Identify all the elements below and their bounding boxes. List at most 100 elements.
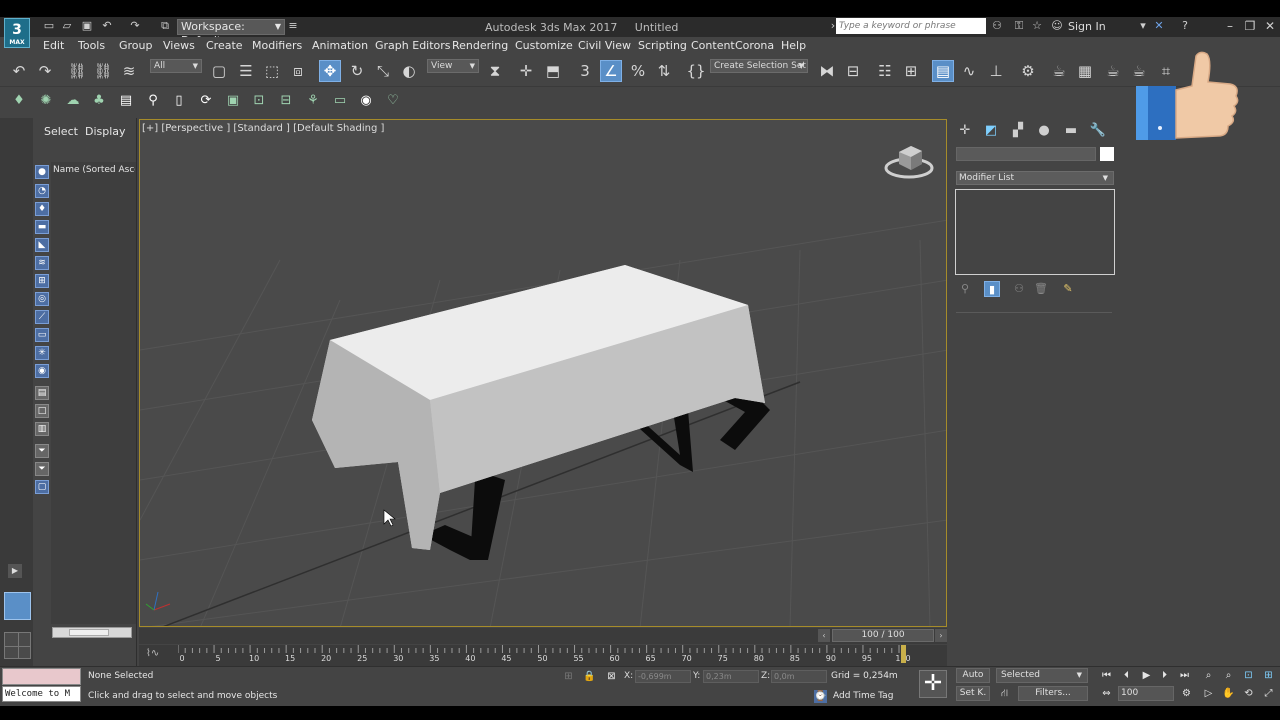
display-frozen-icon[interactable]: ◉ [35,364,49,378]
go-to-end-icon[interactable]: ⏭ [1178,669,1191,682]
create-tab-icon[interactable]: ✛ [954,122,976,140]
open-file-icon[interactable]: ▱ [60,20,74,32]
layer-explorer-icon[interactable]: ⊞ [900,60,922,82]
display-xrefs-icon[interactable]: ◎ [35,292,49,306]
pin-stack-icon[interactable]: ⚲ [957,281,973,297]
save-file-icon[interactable]: ▣ [80,20,94,32]
isolate-selection-icon[interactable]: ⊞ [562,670,575,683]
selection-filter-dropdown[interactable]: All ▼ [150,59,202,73]
go-to-start-icon[interactable]: ⏮ [1100,669,1113,682]
binoculars-icon[interactable]: ⚇ [990,20,1004,32]
customize-qa-icon[interactable]: ≡ [286,20,300,32]
viewport-layout-single[interactable] [4,592,31,620]
display-helpers-icon[interactable]: ◣ [35,238,49,252]
proxy-icon[interactable]: ⚘ [304,92,322,110]
redo-button[interactable]: ↷ [34,60,56,82]
sign-in-link[interactable]: Sign In [1068,20,1106,33]
x-coord-field[interactable]: -0,699m [635,670,691,683]
display-bones-icon[interactable]: ⟋ [35,310,49,324]
display-containers-icon[interactable]: ▭ [35,328,49,342]
expand-layout-tab-icon[interactable]: ▶ [8,564,22,578]
zoom-extents-all-icon[interactable]: ⊞ [1262,669,1275,682]
restore-button[interactable]: ❐ [1240,18,1260,34]
redo-icon[interactable]: ↷ [128,20,142,32]
set-key-button[interactable]: ✛ [919,670,947,698]
select-and-move-icon[interactable]: ✥ [319,60,341,82]
workspace-dropdown[interactable]: Workspace: Default ▼ [177,19,285,47]
previous-frame-icon[interactable]: ⏴ [1120,669,1133,682]
camera-icon[interactable]: ▯ [170,92,188,110]
sky-light-icon[interactable]: ☁ [64,92,82,110]
image-viewer-icon[interactable]: ▭ [331,92,349,110]
sun-positioner-icon[interactable]: ♣ [90,92,108,110]
filter-icon[interactable]: ⏷ [35,462,49,476]
zoom-icon[interactable]: ⌕ [1202,669,1215,682]
current-frame-field[interactable]: 100 [1118,686,1174,701]
menu-graph-editors[interactable]: Graph Editors [375,39,451,52]
y-coord-field[interactable]: 0,23m [703,670,759,683]
scrollbar-thumb[interactable] [69,629,109,636]
light-lister-icon[interactable]: ♡ [384,92,402,110]
search-input[interactable]: Type a keyword or phrase [836,18,986,34]
window-crossing-icon[interactable]: ⧈ [287,60,309,82]
key-mode-toggle-icon[interactable]: ⇔ [1100,687,1113,700]
eye-icon[interactable]: ◉ [357,92,375,110]
help-icon[interactable]: ? [1178,20,1192,32]
edit-named-selection-icon[interactable]: {} [685,60,707,82]
render-frame-icon[interactable]: ▣ [224,92,242,110]
selection-lock-icon[interactable]: 🔒 [583,670,596,683]
make-unique-icon[interactable]: ⚇ [1011,281,1027,297]
time-slider-prev-icon[interactable]: ‹ [818,629,830,642]
angle-snap-icon[interactable]: ∠ [600,60,622,82]
select-and-rotate-icon[interactable]: ↻ [346,60,368,82]
menu-group[interactable]: Group [119,39,153,52]
maximize-viewport-icon[interactable]: ⤢ [1262,687,1275,700]
modifier-list-dropdown[interactable]: Modifier List ▼ [956,171,1114,185]
select-and-scale-icon[interactable]: ⤡ [372,60,394,82]
ribbon-toggle-icon[interactable]: ▤ [932,60,954,82]
rectangular-selection-icon[interactable]: ⬚ [261,60,283,82]
undo-button[interactable]: ↶ [8,60,30,82]
motion-tab-icon[interactable]: ● [1033,122,1055,140]
menu-create[interactable]: Create [206,39,243,52]
minimize-button[interactable]: – [1220,18,1240,34]
object-color-swatch[interactable] [1100,147,1114,161]
exchange-icon[interactable]: ✕ [1152,20,1166,32]
field-of-view-icon[interactable]: ▷ [1202,687,1215,700]
favorites-star-icon[interactable]: ☆ [1030,20,1044,32]
photometric-icon[interactable]: ▤ [117,92,135,110]
orbit-icon[interactable]: ⟲ [1242,687,1255,700]
object-name-field[interactable] [956,147,1096,161]
display-tab-icon[interactable]: ▬ [1060,122,1082,140]
modify-tab-icon[interactable]: ◩ [980,122,1002,140]
menu-animation[interactable]: Animation [312,39,368,52]
z-coord-field[interactable]: 0,0m [771,670,827,683]
time-slider-frame[interactable]: 100 / 100 [832,629,934,642]
display-space-warps-icon[interactable]: ≋ [35,256,49,270]
display-lights-icon[interactable]: ♦ [35,202,49,216]
show-end-result-icon[interactable]: ▮ [984,281,1000,297]
region-render-icon[interactable]: ⊟ [277,92,295,110]
manipulate-icon[interactable]: ✛ [515,60,537,82]
project-folder-icon[interactable]: ⧉ [158,20,172,32]
menu-content[interactable]: Content [691,39,735,52]
sort-column-header[interactable]: Name (Sorted Ascending) [53,165,135,175]
pan-view-icon[interactable]: ✋ [1222,687,1235,700]
next-frame-icon[interactable]: ⏵ [1158,669,1171,682]
viewport-label-menu[interactable]: [+] [Perspective ] [Standard ] [Default … [142,123,384,134]
subscription-icon[interactable]: ⚿ [1012,20,1026,32]
menu-scripting[interactable]: Scripting [638,39,687,52]
keyboard-shortcut-override-icon[interactable]: ⬒ [542,60,564,82]
display-none-icon[interactable]: □ [35,404,49,418]
absolute-mode-icon[interactable]: ⊠ [605,670,618,683]
filter-funnel-icon[interactable]: ⏷ [35,444,49,458]
perspective-viewport[interactable] [139,119,947,627]
display-shapes-icon[interactable]: ◔ [35,184,49,198]
menu-modifiers[interactable]: Modifiers [252,39,302,52]
maxscript-mini-listener-top[interactable] [2,668,81,685]
display-groups-icon[interactable]: ⊞ [35,274,49,288]
display-particles-icon[interactable]: ✳ [35,346,49,360]
time-configuration-icon[interactable]: ⚙ [1180,687,1193,700]
bind-to-space-warp-icon[interactable]: ≋ [118,60,140,82]
viewcube-icon[interactable] [884,142,934,180]
